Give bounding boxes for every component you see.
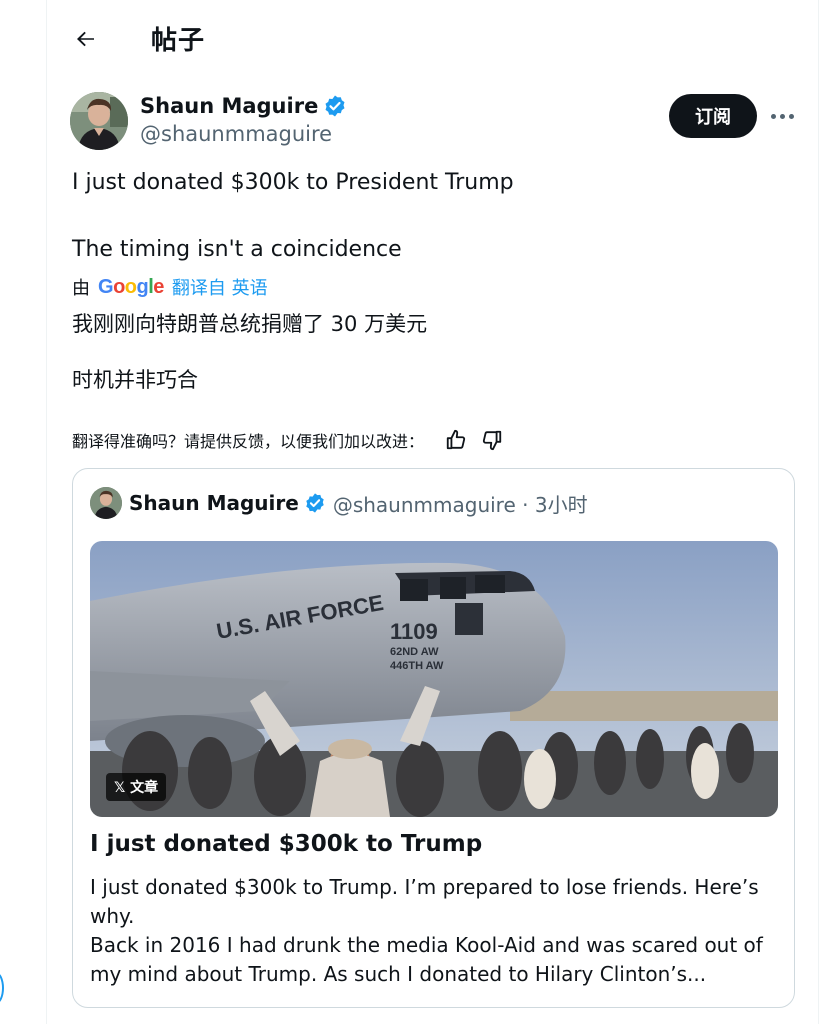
translated-by-label: 由 xyxy=(72,278,90,299)
edge-button-fragment[interactable] xyxy=(0,972,4,1004)
tweet-text-line-2: The timing isn't a coincidence xyxy=(72,237,402,262)
quoted-handle-time[interactable]: @shaunmmaguire · 3小时 xyxy=(333,489,588,518)
google-logo: Google xyxy=(98,275,164,298)
quoted-avatar[interactable] xyxy=(90,487,122,519)
translated-text-line-2: 时机并非巧合 xyxy=(72,368,198,392)
timeline-left-border xyxy=(46,0,47,1024)
aircraft-wing-1: 62ND AW xyxy=(390,646,439,658)
quoted-author-name[interactable]: Shaun Maguire xyxy=(129,491,299,515)
aircraft-tail-number: 1109 xyxy=(390,619,438,644)
top-bar: 帖子 xyxy=(47,0,818,78)
verified-badge-icon xyxy=(306,493,324,513)
article-excerpt-para-2: Back in 2016 I had drunk the media Kool-… xyxy=(90,933,763,986)
aircraft-wing-2: 446TH AW xyxy=(390,660,444,672)
translated-from-link[interactable]: 翻译自 英语 xyxy=(172,274,268,300)
page-title: 帖子 xyxy=(151,26,206,56)
translation-attribution: 由 Google 翻译自 英语 xyxy=(72,274,268,300)
author-name[interactable]: Shaun Maguire xyxy=(140,94,318,118)
verified-badge-icon xyxy=(325,95,345,117)
avatar[interactable] xyxy=(70,92,128,150)
more-options-icon[interactable] xyxy=(764,100,800,132)
article-excerpt-para-1: I just donated $300k to Trump. I’m prepa… xyxy=(90,875,759,928)
article-title[interactable]: I just donated $300k to Trump xyxy=(90,831,482,857)
translated-text-line-1: 我刚刚向特朗普总统捐赠了 30 万美元 xyxy=(72,312,428,336)
quoted-post-header: Shaun Maguire @shaunmmaguire · 3小时 xyxy=(90,487,588,519)
arrow-left-icon xyxy=(77,31,94,47)
quoted-post-card[interactable]: Shaun Maguire @shaunmmaguire · 3小时 U.S. … xyxy=(72,468,795,1008)
feedback-prompt: 翻译得准确吗？请提供反馈，以便我们加以改进： xyxy=(72,432,425,451)
article-excerpt: I just donated $300k to Trump. I’m prepa… xyxy=(90,873,780,989)
tweet-text-line-1: I just donated $300k to President Trump xyxy=(72,170,514,195)
back-button[interactable] xyxy=(69,22,103,56)
article-cover-image[interactable]: U.S. AIR FORCE 1109 62ND AW 446TH AW 𝕏 文… xyxy=(90,541,778,817)
translation-feedback: 翻译得准确吗？请提供反馈，以便我们加以改进： xyxy=(72,426,506,454)
article-badge: 𝕏 文章 xyxy=(106,773,167,801)
thumbs-down-icon[interactable] xyxy=(478,426,506,454)
timeline-right-border xyxy=(818,0,819,1024)
subscribe-button[interactable]: 订阅 xyxy=(669,94,757,138)
thumbs-up-icon[interactable] xyxy=(442,426,470,454)
author-handle[interactable]: @shaunmmaguire xyxy=(140,122,332,146)
